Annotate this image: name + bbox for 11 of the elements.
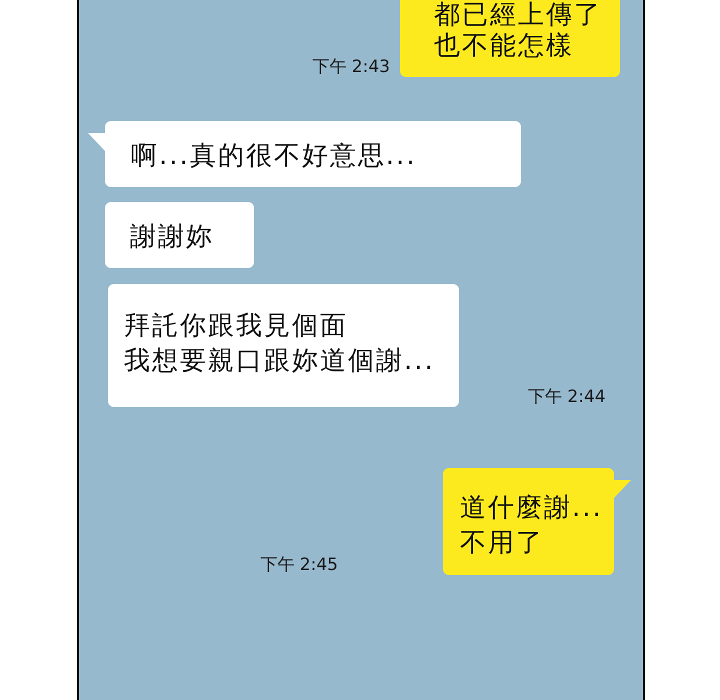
message-text: 我想要親口跟妳道個謝... <box>124 345 435 378</box>
message-text: 也不能怎樣 <box>434 31 574 62</box>
message-text: 不用了 <box>460 527 544 560</box>
message-text: 啊...真的很不好意思... <box>131 140 417 173</box>
message-time: 下午 2:43 <box>312 57 390 77</box>
message-text: 拜託你跟我見個面 <box>124 310 348 343</box>
message-text: 謝謝妳 <box>130 221 214 254</box>
message-time: 下午 2:45 <box>260 555 338 575</box>
message-text: 道什麼謝... <box>460 492 603 525</box>
message-time: 下午 2:44 <box>528 387 606 407</box>
message-text: 都已經上傳了 <box>434 0 602 31</box>
